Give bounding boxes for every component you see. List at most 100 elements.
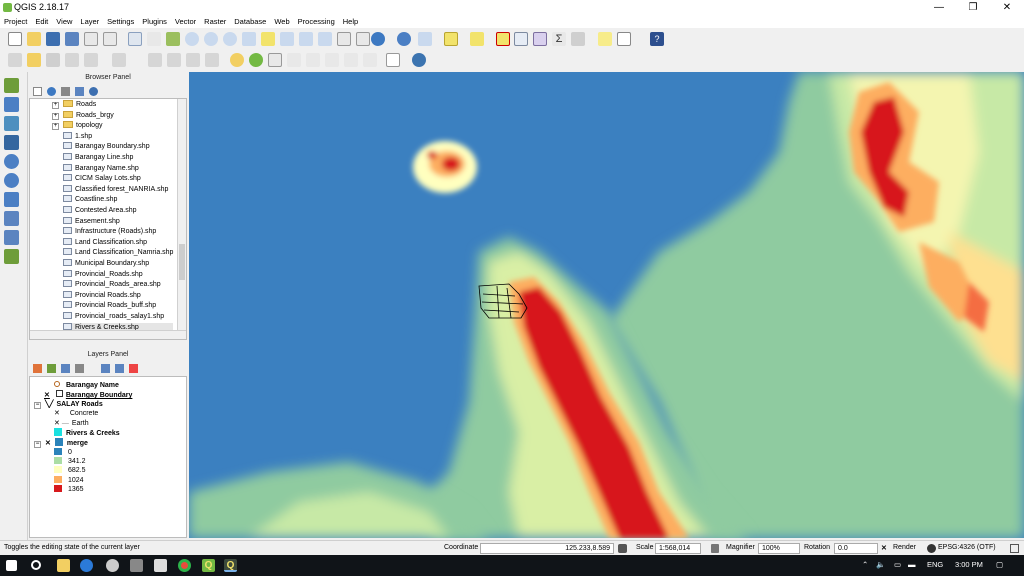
layer-barangay-boundary[interactable]: ✕ Barangay Boundary	[44, 390, 132, 400]
touch-zoom-icon[interactable]	[128, 32, 142, 46]
pin-labels-icon[interactable]	[268, 53, 282, 67]
browser-file-item[interactable]: Classified forest_NANRIA.shp	[63, 184, 168, 194]
add-wms-layer-icon[interactable]	[4, 154, 19, 169]
menu-help[interactable]: Help	[339, 16, 362, 28]
help-icon[interactable]: ?	[650, 32, 664, 46]
show-labels-icon[interactable]	[287, 53, 301, 67]
add-raster-layer-icon[interactable]	[4, 97, 19, 112]
show-bookmarks-icon[interactable]	[356, 32, 370, 46]
rotate-label-icon[interactable]	[325, 53, 339, 67]
cut-features-icon[interactable]	[167, 53, 181, 67]
qgis-active-taskbar-icon[interactable]: Q	[224, 559, 237, 572]
collapse-layers-icon[interactable]	[115, 364, 124, 373]
browser-scroll-thumb[interactable]	[179, 244, 185, 280]
toggle-editing-icon[interactable]	[27, 53, 41, 67]
new-shapefile-icon[interactable]	[4, 249, 19, 264]
browser-file-item[interactable]: CICM Salay Lots.shp	[63, 174, 141, 183]
browser-file-item[interactable]: Barangay Line.shp	[63, 153, 133, 162]
label-toolbar-icon[interactable]	[230, 53, 244, 67]
python-console-icon[interactable]	[412, 53, 426, 67]
rotation-field[interactable]: 0.0	[834, 543, 878, 554]
settings-gear-icon[interactable]	[106, 559, 119, 572]
browser-file-item[interactable]: Easement.shp	[63, 216, 120, 226]
manage-map-themes-icon[interactable]	[61, 364, 70, 373]
pan-map-icon[interactable]	[147, 32, 161, 46]
qgis-taskbar-icon[interactable]: Q	[202, 559, 215, 572]
add-selected-icon[interactable]	[33, 87, 42, 96]
browser-file-item[interactable]: Infrastructure (Roads).shp	[63, 227, 156, 236]
current-edits-icon[interactable]	[8, 53, 22, 67]
layer-visible-checkbox[interactable]: ✕	[44, 392, 50, 399]
zoom-actual-icon[interactable]	[223, 32, 237, 46]
lock-icon[interactable]	[711, 544, 719, 553]
refresh-icon[interactable]	[371, 32, 385, 46]
menu-database[interactable]: Database	[230, 16, 270, 28]
zoom-full-icon[interactable]	[242, 32, 256, 46]
menu-vector[interactable]: Vector	[171, 16, 200, 28]
browser-hscrollbar[interactable]	[30, 330, 186, 339]
chrome-icon[interactable]	[178, 559, 191, 572]
layer-salay-roads[interactable]: − ╲╱ SALAY Roads	[34, 400, 103, 409]
collapse-all-icon[interactable]	[75, 87, 84, 96]
styling-icon[interactable]	[33, 364, 42, 373]
edge-browser-icon[interactable]	[80, 559, 93, 572]
add-virtual-layer-icon[interactable]	[4, 230, 19, 245]
browser-file-item[interactable]: Land Classification.shp	[63, 237, 147, 247]
layer-visible-checkbox[interactable]: ✕	[54, 420, 60, 427]
menu-view[interactable]: View	[52, 16, 76, 28]
zoom-in-icon[interactable]	[185, 32, 199, 46]
browser-file-item[interactable]: Provincial Roads_buff.shp	[63, 301, 156, 310]
add-group-icon[interactable]	[47, 364, 56, 373]
magnifier-field[interactable]: 100%	[758, 543, 800, 554]
media-player-icon[interactable]	[130, 559, 143, 572]
browser-file-item[interactable]: Provincial_roads_salay1.shp	[63, 312, 164, 321]
zoom-to-selection-icon[interactable]	[261, 32, 275, 46]
composer-manager-icon[interactable]	[103, 32, 117, 46]
expand-toggle[interactable]: +	[52, 123, 59, 131]
open-project-icon[interactable]	[27, 32, 41, 46]
menu-edit[interactable]: Edit	[31, 16, 52, 28]
browser-folder-item[interactable]: + topology	[52, 121, 102, 131]
map-tips-icon[interactable]	[598, 32, 612, 46]
layer-earth[interactable]: ✕ — Earth	[54, 419, 89, 428]
menu-project[interactable]: Project	[0, 16, 31, 28]
zoom-out-icon[interactable]	[204, 32, 218, 46]
node-tool-icon[interactable]	[112, 53, 126, 67]
save-project-icon[interactable]	[46, 32, 60, 46]
save-edits-icon[interactable]	[46, 53, 60, 67]
browser-file-item[interactable]: Municipal Boundary.shp	[63, 259, 149, 268]
properties-icon[interactable]	[89, 87, 98, 96]
add-delimited-text-icon[interactable]	[4, 211, 19, 226]
new-project-icon[interactable]	[8, 32, 22, 46]
add-postgis-layer-icon[interactable]	[4, 135, 19, 150]
expand-toggle[interactable]: +	[52, 102, 59, 109]
browser-file-item[interactable]: Barangay Name.shp	[63, 163, 139, 173]
browser-scrollbar[interactable]	[177, 99, 186, 331]
network-icon[interactable]: ▭	[894, 560, 901, 569]
layer-visible-checkbox[interactable]: ✕	[45, 440, 51, 447]
collapse-toggle[interactable]: −	[34, 441, 41, 448]
new-bookmark-icon[interactable]	[337, 32, 351, 46]
select-by-expression-icon[interactable]	[470, 32, 484, 46]
browser-file-item[interactable]: Land Classification_Namria.shp	[63, 248, 173, 257]
layer-labeling-icon[interactable]	[249, 53, 263, 67]
zoom-to-layer-icon[interactable]	[280, 32, 294, 46]
zoom-next-icon[interactable]	[318, 32, 332, 46]
layer-barangay-name[interactable]: Barangay Name	[54, 381, 119, 390]
language-indicator[interactable]: ENG	[927, 560, 943, 569]
deselect-icon[interactable]	[496, 32, 510, 46]
pan-to-selection-icon[interactable]	[166, 32, 180, 46]
open-attribute-table-icon[interactable]	[514, 32, 528, 46]
file-explorer-icon[interactable]	[57, 559, 70, 572]
delete-selected-icon[interactable]	[148, 53, 162, 67]
browser-file-item[interactable]: Provincial Roads.shp	[63, 290, 141, 300]
paste-features-icon[interactable]	[205, 53, 219, 67]
volume-icon[interactable]: 🔈	[876, 560, 885, 569]
add-wcs-layer-icon[interactable]	[4, 192, 19, 207]
identify-icon[interactable]	[397, 32, 411, 46]
extents-toggle-icon[interactable]	[618, 544, 627, 553]
menu-layer[interactable]: Layer	[76, 16, 103, 28]
browser-file-item[interactable]: Coastline.shp	[63, 195, 117, 204]
add-vector-layer-icon[interactable]	[4, 78, 19, 93]
show-hide-labels-icon[interactable]	[363, 53, 377, 67]
